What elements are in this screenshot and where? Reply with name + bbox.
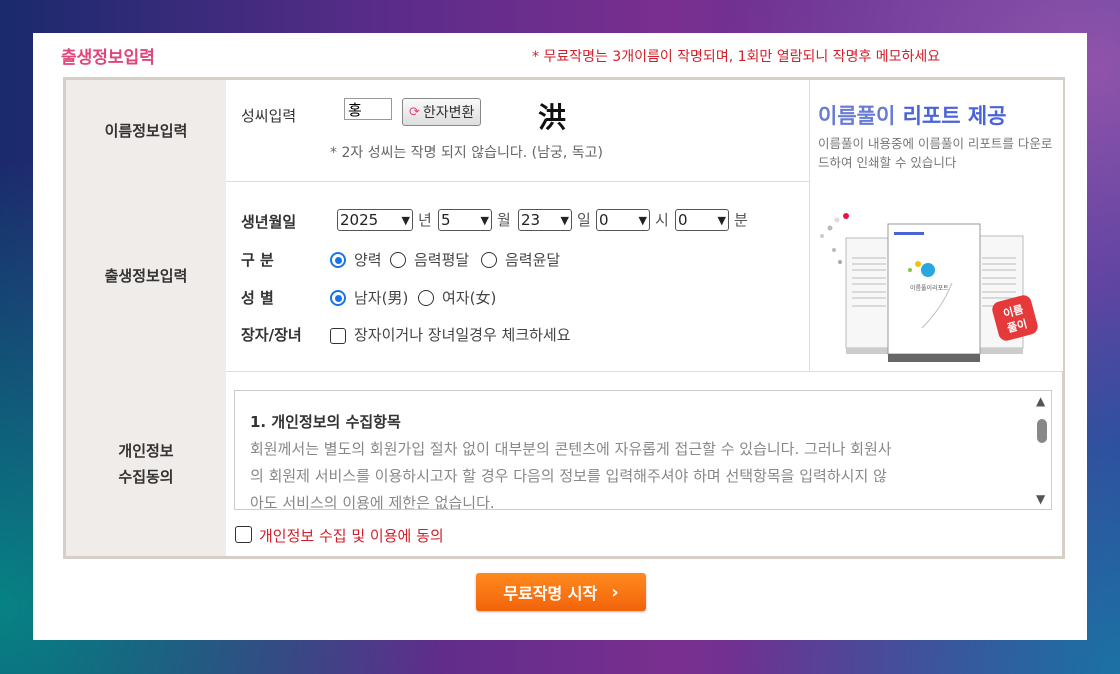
- name-info-label: 이름정보입력: [66, 80, 226, 181]
- start-button-label: 무료작명 시작: [503, 584, 598, 603]
- hanja-convert-label: 한자변환: [422, 105, 475, 121]
- chevron-right-icon: ›: [611, 581, 619, 603]
- eldest-checkbox[interactable]: [330, 328, 346, 344]
- hour-select[interactable]: 0 ▼: [596, 209, 650, 231]
- month-unit: 월: [497, 211, 511, 229]
- chevron-down-icon: ▼: [480, 213, 489, 227]
- eldest-checkbox-label[interactable]: 장자이거나 장녀일경우 체크하세요: [354, 324, 571, 345]
- scroll-up-icon[interactable]: ▲: [1036, 394, 1045, 408]
- hanja-result: 洪: [538, 101, 567, 134]
- privacy-terms-box[interactable]: 1. 개인정보의 수집항목 회원께서는 별도의 회원가입 절차 없이 대부분의 …: [234, 390, 1052, 510]
- lunar-normal-label[interactable]: 음력평달: [414, 249, 469, 270]
- chevron-down-icon: ▼: [638, 213, 647, 227]
- privacy-consent-row: 개인정보 수집동의 1. 개인정보의 수집항목 회원께서는 별도의 회원가입 절…: [66, 371, 1062, 556]
- male-radio[interactable]: [330, 290, 346, 306]
- report-ad-title-part1: 이름풀이: [818, 104, 896, 128]
- privacy-terms-text: 1. 개인정보의 수집항목 회원께서는 별도의 회원가입 절차 없이 대부분의 …: [250, 409, 1030, 510]
- hanja-convert-button[interactable]: ⟳ 한자변환: [402, 98, 482, 126]
- start-free-naming-button[interactable]: 무료작명 시작 ›: [476, 573, 646, 611]
- year-select[interactable]: 2025 ▼: [337, 209, 413, 231]
- day-unit: 일: [577, 211, 591, 229]
- scroll-thumb[interactable]: [1037, 419, 1047, 443]
- birth-info-content: 생년월일 2025 ▼ 년 5 ▼ 월 23 ▼ 일 0 ▼ 시 0 ▼ 분 구…: [226, 181, 809, 371]
- lunar-leap-radio[interactable]: [481, 252, 497, 268]
- privacy-label-line2: 수집동의: [118, 467, 174, 486]
- calendar-type-label: 구 분: [241, 251, 274, 269]
- privacy-label-line1: 개인정보: [118, 441, 174, 460]
- birth-info-row: 출생정보입력 생년월일 2025▼ 년 5▼ 월 23▼ 일 0▼ 시: [66, 181, 1062, 372]
- minute-unit: 분: [734, 211, 748, 229]
- surname-label: 성씨입력: [241, 107, 297, 125]
- scroll-down-icon[interactable]: ▼: [1036, 492, 1045, 506]
- surname-note: * 2자 성씨는 작명 되지 않습니다. (남궁, 독고): [330, 145, 603, 161]
- birthdate-label: 생년월일: [241, 213, 297, 231]
- report-ad-title: 이름풀이 리포트 제공: [818, 100, 1007, 130]
- free-naming-notice: * 무료작명는 3개이름이 작명되며, 1회만 열람되니 작명후 메모하세요: [532, 49, 941, 65]
- minute-select[interactable]: 0 ▼: [675, 209, 729, 231]
- report-ad-description: 이름풀이 내용중에 이름풀이 리포트를 다운로드하여 인쇄할 수 있습니다: [818, 136, 1053, 170]
- solar-label[interactable]: 양력: [354, 249, 382, 270]
- form-card: 출생정보입력 * 무료작명는 3개이름이 작명되며, 1회만 열람되니 작명후 …: [33, 33, 1087, 640]
- year-value: 2025: [340, 211, 379, 229]
- privacy-consent-content: 1. 개인정보의 수집항목 회원께서는 별도의 회원가입 절차 없이 대부분의 …: [226, 371, 1062, 556]
- day-select[interactable]: 23 ▼: [518, 209, 572, 231]
- chevron-down-icon: ▼: [717, 213, 726, 227]
- terms-line: 아도 서비스의 이용에 제한은 없습니다.: [250, 494, 495, 510]
- terms-line: 의 회원제 서비스를 이용하시고자 할 경우 다음의 정보를 입력해주셔야 하며…: [250, 467, 887, 485]
- page-title: 출생정보입력: [61, 48, 155, 68]
- hour-value: 0: [599, 211, 609, 229]
- month-value: 5: [441, 211, 451, 229]
- minute-value: 0: [678, 211, 688, 229]
- eldest-label: 장자/장녀: [241, 326, 302, 344]
- terms-scrollbar[interactable]: ▲ ▼: [1033, 391, 1051, 509]
- gender-label: 성 별: [241, 289, 274, 307]
- input-form: 이름정보입력 성씨입력 ⟳ 한자변환 洪 * 2자 성씨는 작명 되지 않습니다…: [63, 77, 1065, 559]
- report-ad-title-part2: 리포트 제공: [902, 104, 1007, 128]
- year-unit: 년: [418, 211, 432, 229]
- consent-checkbox[interactable]: [235, 526, 252, 543]
- solar-radio[interactable]: [330, 252, 346, 268]
- lunar-normal-radio[interactable]: [390, 252, 406, 268]
- lunar-leap-label[interactable]: 음력윤달: [505, 249, 560, 270]
- month-select[interactable]: 5 ▼: [438, 209, 492, 231]
- terms-line: 회원께서는 별도의 회원가입 절차 없이 대부분의 콘텐츠에 자유롭게 접근할 …: [250, 440, 892, 458]
- female-radio[interactable]: [418, 290, 434, 306]
- hour-unit: 시: [655, 211, 669, 229]
- chevron-down-icon: ▼: [401, 213, 410, 227]
- birth-info-label: 출생정보입력: [66, 181, 226, 371]
- privacy-consent-label: 개인정보 수집동의: [66, 371, 226, 556]
- terms-heading: 1. 개인정보의 수집항목: [250, 413, 401, 431]
- female-label[interactable]: 여자(女): [442, 287, 496, 308]
- male-label[interactable]: 남자(男): [354, 287, 408, 308]
- convert-icon: ⟳: [409, 104, 420, 120]
- day-value: 23: [521, 211, 541, 229]
- surname-input[interactable]: [344, 98, 392, 120]
- consent-label[interactable]: 개인정보 수집 및 이용에 동의: [259, 525, 444, 546]
- chevron-down-icon: ▼: [560, 213, 569, 227]
